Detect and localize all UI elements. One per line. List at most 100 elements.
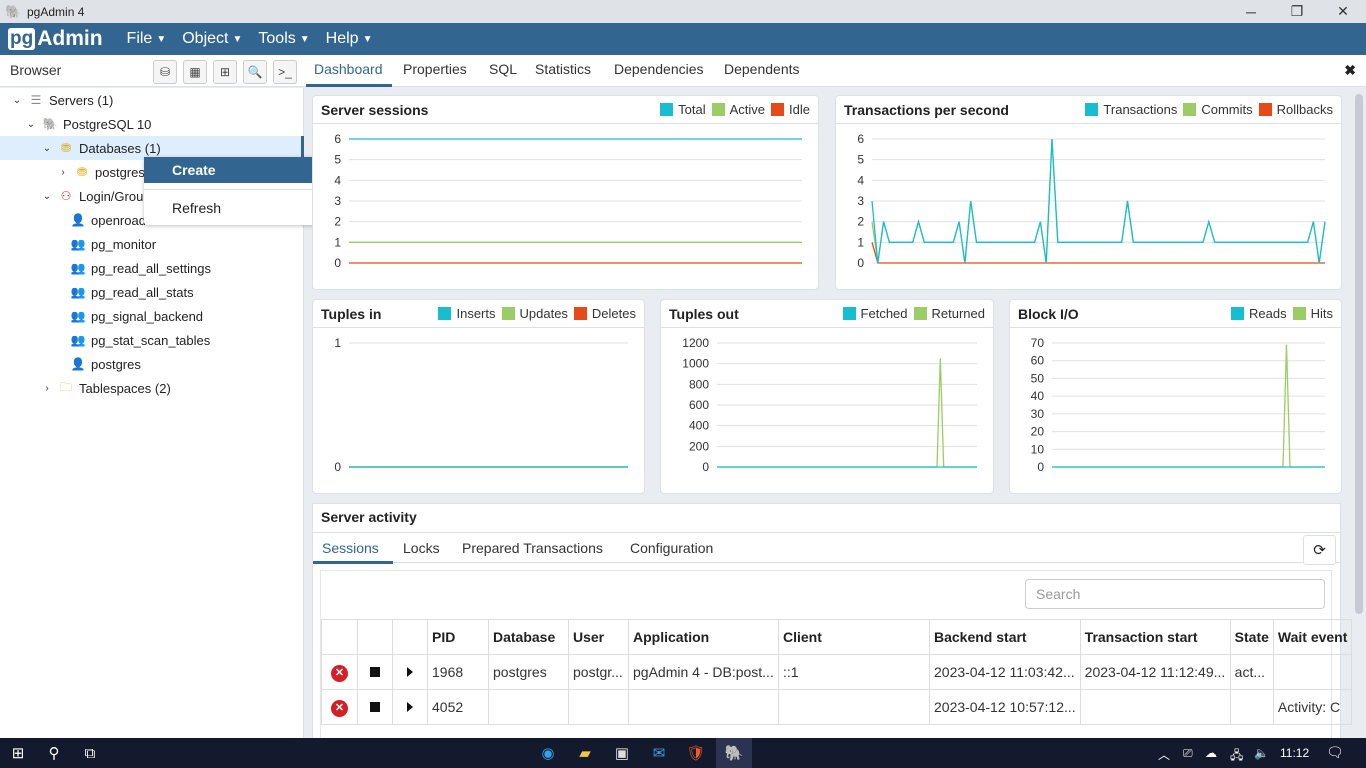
start-button[interactable]: ⊞ xyxy=(0,738,36,768)
taskbar-app-file-explorer[interactable]: ▰ xyxy=(567,738,603,768)
legend-swatch xyxy=(1183,103,1197,116)
filtered-rows-button[interactable]: ⊞ xyxy=(213,60,237,84)
tab-sessions[interactable]: Sessions xyxy=(322,540,379,556)
query-tool-button[interactable]: ⛁ xyxy=(153,60,177,84)
legend-label: Rollbacks xyxy=(1276,102,1333,117)
refresh-button[interactable]: ⟳ xyxy=(1303,535,1336,565)
tree-node-role[interactable]: 👥 pg_read_all_stats xyxy=(66,280,194,304)
y-tick-label: 60 xyxy=(1031,354,1045,368)
expand-row-icon[interactable] xyxy=(407,702,413,712)
chevron-down-icon[interactable]: ⌄ xyxy=(40,143,54,154)
close-panel-icon[interactable]: ✖ xyxy=(1344,62,1356,79)
terminate-session-icon[interactable]: ✕ xyxy=(331,664,348,682)
tree-node-role[interactable]: 👥 pg_read_all_settings xyxy=(66,256,211,280)
vertical-scrollbar[interactable] xyxy=(1352,88,1366,738)
close-window-button[interactable]: ✕ xyxy=(1320,0,1366,23)
sessions-search-input[interactable]: Search xyxy=(1025,579,1325,609)
clock[interactable]: 11:12 xyxy=(1280,746,1309,760)
y-tick-label: 5 xyxy=(857,153,864,167)
tree-node-servers[interactable]: ⌄ ☰ Servers (1) xyxy=(10,88,114,112)
taskbar-app-store[interactable]: ▣ xyxy=(604,738,640,768)
column-header-state[interactable]: State xyxy=(1229,619,1274,655)
chevron-down-icon[interactable]: ⌄ xyxy=(40,191,54,202)
volume-icon[interactable]: 🔈 xyxy=(1254,746,1269,760)
cell-state xyxy=(1229,689,1274,725)
column-header-backend-start[interactable]: Backend start xyxy=(929,619,1081,655)
column-header-application[interactable]: Application xyxy=(628,619,779,655)
scrollbar-thumb[interactable] xyxy=(1355,94,1363,614)
refresh-icon: ⟳ xyxy=(1313,542,1326,559)
column-header-database[interactable]: Database xyxy=(488,619,569,655)
tree-node-role[interactable]: 👥 pg_stat_scan_tables xyxy=(66,328,211,352)
taskbar-app-brave[interactable]: 🛡 xyxy=(678,738,714,768)
cancel-query-icon[interactable] xyxy=(370,702,380,712)
tree-node-role[interactable]: 👥 pg_signal_backend xyxy=(66,304,204,328)
restore-button[interactable]: ❐ xyxy=(1274,0,1320,23)
meet-now-icon[interactable]: ⎚ xyxy=(1183,746,1193,761)
series-line-returned xyxy=(717,358,977,468)
taskbar-app-edge[interactable]: ◉ xyxy=(530,738,566,768)
tree-node-role[interactable]: 👥 pg_monitor xyxy=(66,232,157,256)
network-icon[interactable]: 🖧 xyxy=(1230,746,1243,767)
chart-transactions-per-second: Transactions per second Transactions Com… xyxy=(835,95,1342,290)
psql-tool-button[interactable]: >_ xyxy=(273,60,297,84)
y-tick-label: 4 xyxy=(857,173,864,187)
column-header-transaction-start[interactable]: Transaction start xyxy=(1079,619,1231,655)
y-tick-label: 1 xyxy=(857,235,864,249)
show-hidden-icons[interactable]: ︿ xyxy=(1158,746,1170,763)
menu-file[interactable]: File ▼ xyxy=(127,30,167,48)
onedrive-icon[interactable]: ☁ xyxy=(1205,746,1217,760)
chevron-down-icon[interactable]: ⌄ xyxy=(24,119,38,130)
tab-properties[interactable]: Properties xyxy=(403,61,467,77)
minimize-button[interactable]: ─ xyxy=(1228,0,1274,23)
windows-taskbar: ⊞ ⚲ ⧉ ◉ ▰ ▣ ✉ 🛡 🐘 ︿ ⎚ ☁ 🖧 🔈 11:12 🗨 xyxy=(0,738,1366,768)
context-menu-create[interactable]: Create› xyxy=(144,157,324,183)
search-objects-button[interactable]: 🔍 xyxy=(243,60,267,84)
column-header-client[interactable]: Client xyxy=(778,619,930,655)
menu-tools[interactable]: Tools ▼ xyxy=(258,30,309,48)
menu-help[interactable]: Help ▼ xyxy=(326,30,373,48)
menu-object[interactable]: Object ▼ xyxy=(182,30,242,48)
tab-dependencies[interactable]: Dependencies xyxy=(614,61,704,77)
chart-tuples-in: Tuples in Inserts Updates Deletes 01 xyxy=(312,299,645,494)
context-menu-refresh[interactable]: Refresh xyxy=(144,195,324,221)
expand-row-icon[interactable] xyxy=(407,667,413,677)
tab-prepared-transactions[interactable]: Prepared Transactions xyxy=(462,540,603,556)
chevron-down-icon: ▼ xyxy=(156,33,167,45)
y-tick-label: 3 xyxy=(334,194,341,208)
chevron-down-icon[interactable]: ⌄ xyxy=(10,95,24,106)
column-header-wait-event[interactable]: Wait event xyxy=(1272,619,1353,655)
browser-panel-header: Browser ⛁ ▦ ⊞ 🔍 >_ xyxy=(0,55,304,87)
tab-dependents[interactable]: Dependents xyxy=(724,61,800,77)
column-header-user[interactable]: User xyxy=(568,619,629,655)
chevron-right-icon[interactable]: › xyxy=(56,167,70,178)
tab-sql[interactable]: SQL xyxy=(489,61,517,77)
y-tick-label: 200 xyxy=(689,439,709,453)
chart-legend: Fetched Returned xyxy=(837,306,985,321)
terminate-session-icon[interactable]: ✕ xyxy=(331,699,348,717)
y-tick-label: 0 xyxy=(334,256,341,270)
tree-node-postgresql-10[interactable]: ⌄ 🐘 PostgreSQL 10 xyxy=(24,112,152,136)
y-tick-label: 2 xyxy=(857,215,864,229)
y-tick-label: 5 xyxy=(334,153,341,167)
view-data-button[interactable]: ▦ xyxy=(183,60,207,84)
pgadmin-icon: 🐘 xyxy=(724,745,744,762)
chevron-right-icon[interactable]: › xyxy=(40,383,54,394)
cancel-query-icon[interactable] xyxy=(370,667,380,677)
tree-node-tablespaces[interactable]: › 🗀 Tablespaces (2) xyxy=(40,376,170,400)
task-view-button[interactable]: ⧉ xyxy=(72,738,108,768)
column-header xyxy=(321,619,358,655)
tree-node-postgres-db[interactable]: › ⛃ postgres xyxy=(56,160,145,184)
tab-locks[interactable]: Locks xyxy=(403,540,440,556)
tree-node-role[interactable]: 👤 openroad xyxy=(66,208,146,232)
action-center-icon[interactable]: 🗨 xyxy=(1326,744,1344,761)
group-role-icon: 👥 xyxy=(70,285,86,299)
taskbar-app-pgadmin[interactable]: 🐘 xyxy=(716,738,752,768)
search-button[interactable]: ⚲ xyxy=(36,738,72,768)
tab-dashboard[interactable]: Dashboard xyxy=(314,61,383,77)
tree-node-role[interactable]: 👤 postgres xyxy=(66,352,141,376)
taskbar-app-mail[interactable]: ✉ xyxy=(641,738,677,768)
tab-statistics[interactable]: Statistics xyxy=(535,61,591,77)
tab-configuration[interactable]: Configuration xyxy=(630,540,713,556)
column-header-pid[interactable]: PID xyxy=(427,619,489,655)
